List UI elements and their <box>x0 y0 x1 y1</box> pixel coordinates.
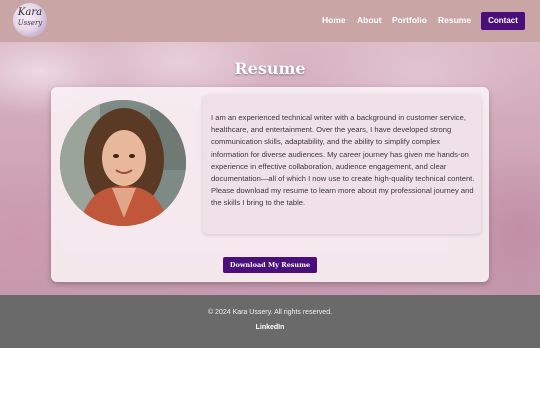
nav-about[interactable]: About <box>357 15 382 25</box>
nav-resume[interactable]: Resume <box>438 15 471 25</box>
download-resume-button[interactable]: Download My Resume <box>223 257 317 273</box>
copyright-text: © 2024 Kara Ussery. All rights reserved. <box>207 309 333 316</box>
bio-text: I am an experienced technical writer wit… <box>211 113 475 208</box>
contact-button[interactable]: Contact <box>481 12 525 30</box>
profile-photo <box>60 100 186 226</box>
site-header: Kara Ussery Home About Portfolio Resume … <box>0 0 540 42</box>
main-nav: Home About Portfolio Resume <box>0 12 540 30</box>
resume-section: Resume I am an experienced technical wri… <box>0 42 540 295</box>
nav-home[interactable]: Home <box>322 15 346 25</box>
resume-card: I am an experienced technical writer wit… <box>51 87 489 282</box>
nav-portfolio[interactable]: Portfolio <box>392 15 427 25</box>
site-footer: © 2024 Kara Ussery. All rights reserved.… <box>0 295 540 348</box>
bio-box: I am an experienced technical writer wit… <box>203 95 481 234</box>
linkedin-link[interactable]: LinkedIn <box>0 324 540 331</box>
page-title: Resume <box>234 59 306 78</box>
